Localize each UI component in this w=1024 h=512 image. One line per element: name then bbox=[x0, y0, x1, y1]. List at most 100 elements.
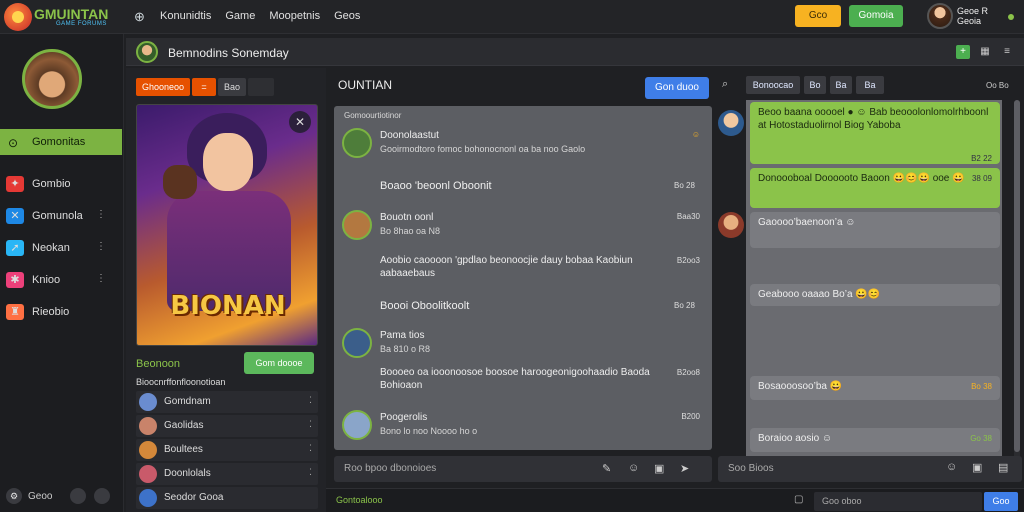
post-time: Baa30 bbox=[676, 212, 700, 221]
sidebar-item-4[interactable]: ✱ Knioo ⋮ bbox=[0, 267, 122, 293]
sidebar-item-2[interactable]: ✕ Gomunola ⋮ bbox=[0, 203, 122, 229]
chat-message[interactable]: Beoo baana ooooel ● ☺ Bab beooolonlomolr… bbox=[750, 102, 1000, 164]
sidebar-item-1[interactable]: ✦ Gombio bbox=[0, 171, 122, 197]
feed-post[interactable]: Pama tios Ba 810 o R8 bbox=[342, 328, 704, 362]
settings-icon[interactable]: ⚙ bbox=[6, 488, 22, 504]
more-icon[interactable]: ⋮ bbox=[96, 241, 106, 252]
chat-message[interactable]: Donoooboal Doooooto Baoon 😀😊😀 ooe 😀 38 0… bbox=[750, 168, 1000, 208]
sidebar-item-active[interactable]: ⊙ Gomonitas bbox=[0, 129, 122, 155]
feed-post[interactable]: Bouotn oonl Bo 8hao oa N8 Baa30 bbox=[342, 210, 704, 244]
brand-logo-icon[interactable] bbox=[4, 3, 32, 31]
post-time: B2oo8 bbox=[676, 368, 700, 377]
list-item[interactable]: Gomdnam ⁚ bbox=[136, 391, 318, 413]
tag-4[interactable] bbox=[248, 78, 274, 96]
send-icon[interactable]: ➤ bbox=[680, 462, 689, 475]
post-author[interactable]: Bouotn oonl bbox=[380, 212, 433, 223]
avatar[interactable] bbox=[342, 410, 372, 440]
center-action-button[interactable]: Gon duoo bbox=[645, 77, 709, 99]
user-avatar[interactable] bbox=[927, 3, 953, 29]
clipboard-icon[interactable]: ▢ bbox=[794, 494, 803, 505]
chat-tab-2[interactable]: Bo bbox=[804, 76, 826, 94]
post-heading[interactable]: Boaoo 'beoonl Oboonit bbox=[380, 180, 492, 192]
menu-icon[interactable]: ≡ bbox=[1000, 45, 1014, 59]
feed-post[interactable]: Doonolaastut Gooirmodtoro fomoc bohonocn… bbox=[342, 128, 704, 162]
post-heading-time: Bo 28 bbox=[674, 181, 695, 190]
avatar[interactable] bbox=[718, 110, 744, 136]
feed-post[interactable]: Poogerolis Bono lo noo Noooo ho o B200 bbox=[342, 410, 704, 444]
post-author[interactable]: Pama tios bbox=[380, 330, 424, 341]
list-item[interactable]: Seodor Gooa bbox=[136, 487, 318, 509]
list-item-name: Gaolidas bbox=[164, 420, 204, 431]
more-icon[interactable]: ⁚ bbox=[309, 467, 312, 478]
green-action-button[interactable]: Gomoia bbox=[849, 5, 903, 27]
hero-image[interactable]: BIONAN ✕ bbox=[136, 104, 318, 346]
gallery-icon[interactable]: ▤ bbox=[998, 461, 1008, 474]
list-item[interactable]: Gaolidas ⁚ bbox=[136, 415, 318, 437]
grid-icon[interactable]: ▦ bbox=[978, 45, 992, 59]
chat-scrollbar[interactable] bbox=[1014, 100, 1020, 482]
message-text: Geabooo oaaao Bo’a 😀😊 bbox=[758, 289, 881, 300]
chat-input[interactable]: Soo Bioos ☺ ▣ ▤ bbox=[718, 456, 1022, 482]
channel-title: Bemnodins Sonemday bbox=[168, 46, 289, 60]
image-icon[interactable]: ▣ bbox=[972, 461, 982, 474]
post-heading[interactable]: Boooi Oboolitkoolt bbox=[380, 300, 469, 312]
chat-message[interactable]: Boraioo aosio ☺ Go 38 bbox=[750, 428, 1000, 452]
chat-message[interactable]: Bosaooosoo’ba 😀 Bo 38 bbox=[750, 376, 1000, 400]
nav-link-4[interactable]: Geos bbox=[334, 10, 360, 22]
post-author[interactable]: Doonolaastut bbox=[380, 130, 439, 141]
emoji-icon[interactable]: ☺ bbox=[946, 461, 957, 473]
user-status: Geoia bbox=[957, 16, 982, 26]
gamepad-icon[interactable]: ⊕ bbox=[134, 9, 145, 25]
nav-link-2[interactable]: Game bbox=[225, 10, 255, 22]
close-icon[interactable]: ✕ bbox=[289, 111, 311, 133]
sidebar-item-3[interactable]: ➚ Neokan ⋮ bbox=[0, 235, 122, 261]
chat-tab-1[interactable]: Bonoocao bbox=[746, 76, 800, 94]
avatar[interactable] bbox=[342, 210, 372, 240]
nav-link-1[interactable]: Konunidtis bbox=[160, 10, 211, 22]
game-icon: ✕ bbox=[6, 208, 24, 224]
user-info[interactable]: Geoe R Geoia bbox=[957, 6, 988, 26]
send-button[interactable]: Goo bbox=[984, 492, 1018, 511]
tag-2[interactable]: = bbox=[192, 78, 216, 96]
more-icon[interactable]: ⁚ bbox=[309, 443, 312, 454]
tag-1[interactable]: Ghooneoo bbox=[136, 78, 190, 96]
bottom-input[interactable]: Goo oboo bbox=[814, 492, 982, 511]
add-icon[interactable]: + bbox=[956, 45, 970, 59]
emoji-icon[interactable]: ☺ bbox=[628, 462, 639, 474]
chat-tab-3[interactable]: Ba bbox=[830, 76, 852, 94]
post-body: Boooeo oa iooonoosoe boosoe haroogeonigo… bbox=[380, 367, 650, 391]
notification-icon[interactable] bbox=[70, 488, 86, 504]
top-nav: Konunidtis Game Moopetnis Geos bbox=[160, 10, 360, 22]
avatar[interactable] bbox=[342, 128, 372, 158]
profile-avatar[interactable] bbox=[22, 49, 82, 109]
chat-message[interactable]: Gaoooo’baenoon’a ☺ bbox=[750, 212, 1000, 248]
tag-3[interactable]: Bao bbox=[218, 78, 246, 96]
avatar[interactable] bbox=[718, 212, 744, 238]
bottom-status-label: Gontoalooo bbox=[336, 495, 383, 505]
list-item[interactable]: Boultees ⁚ bbox=[136, 439, 318, 461]
image-icon[interactable]: ▣ bbox=[654, 462, 664, 475]
attach-icon[interactable]: ✎ bbox=[602, 462, 611, 475]
more-icon[interactable]: ⁚ bbox=[309, 395, 312, 406]
sidebar-item-5[interactable]: ♜ Rieobio bbox=[0, 299, 122, 325]
scrollbar-thumb[interactable] bbox=[1014, 100, 1020, 452]
sidebar-footer-label[interactable]: Geoo bbox=[28, 491, 52, 502]
nav-link-3[interactable]: Moopetnis bbox=[269, 10, 320, 22]
more-icon[interactable]: ⋮ bbox=[96, 209, 106, 220]
chat-message[interactable]: Geabooo oaaao Bo’a 😀😊 bbox=[750, 284, 1000, 306]
post-author[interactable]: Poogerolis bbox=[380, 412, 427, 423]
more-icon[interactable]: ⋮ bbox=[96, 273, 106, 284]
chat-tab-4[interactable]: Ba bbox=[856, 76, 884, 94]
section-button[interactable]: Gom doooe bbox=[244, 352, 314, 374]
help-icon[interactable] bbox=[94, 488, 110, 504]
chat-toolbar: ⌕ Bonoocao Bo Ba Ba Oo Bo bbox=[718, 74, 1024, 96]
chat-messages: Beoo baana ooooel ● ☺ Bab beooolonlomolr… bbox=[746, 100, 1002, 482]
more-icon[interactable]: ⁚ bbox=[309, 419, 312, 430]
channel-avatar[interactable] bbox=[136, 41, 158, 63]
chat-tab-right[interactable]: Oo Bo bbox=[986, 81, 1009, 90]
post-composer[interactable]: Roo bpoo dbonoioes ✎ ☺ ▣ ➤ bbox=[334, 456, 712, 482]
list-item[interactable]: Doonlolals ⁚ bbox=[136, 463, 318, 485]
yellow-action-button[interactable]: Gco bbox=[795, 5, 841, 27]
avatar[interactable] bbox=[342, 328, 372, 358]
search-icon[interactable]: ⌕ bbox=[722, 78, 728, 91]
